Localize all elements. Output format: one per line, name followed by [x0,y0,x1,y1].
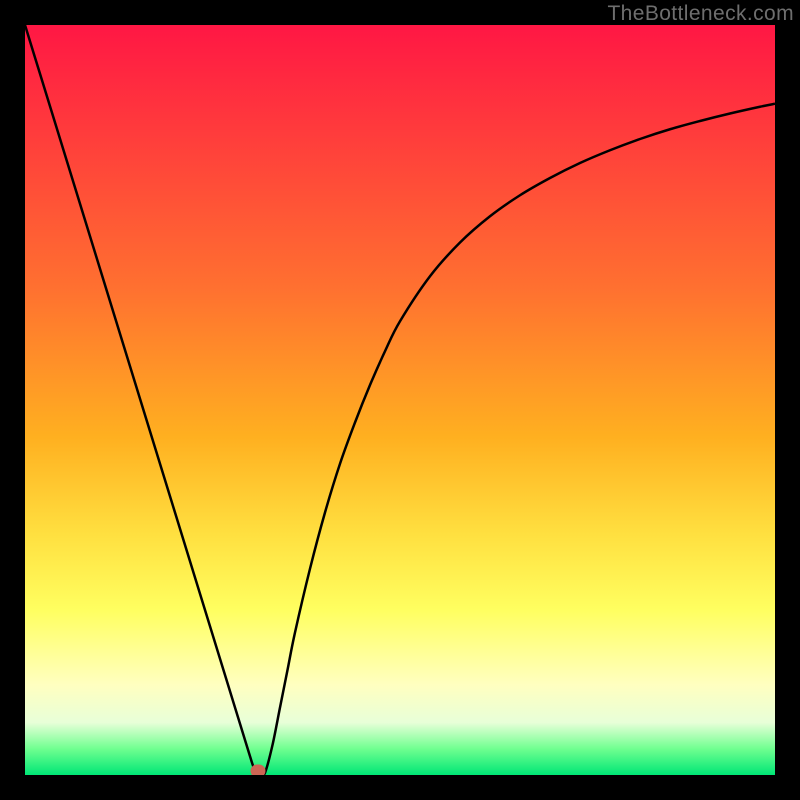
chart-container: TheBottleneck.com [0,0,800,800]
watermark-text: TheBottleneck.com [607,2,794,26]
bottleneck-curve [25,25,775,775]
curve-layer [25,25,775,775]
plot-area [25,25,775,775]
minimum-marker [250,765,265,775]
